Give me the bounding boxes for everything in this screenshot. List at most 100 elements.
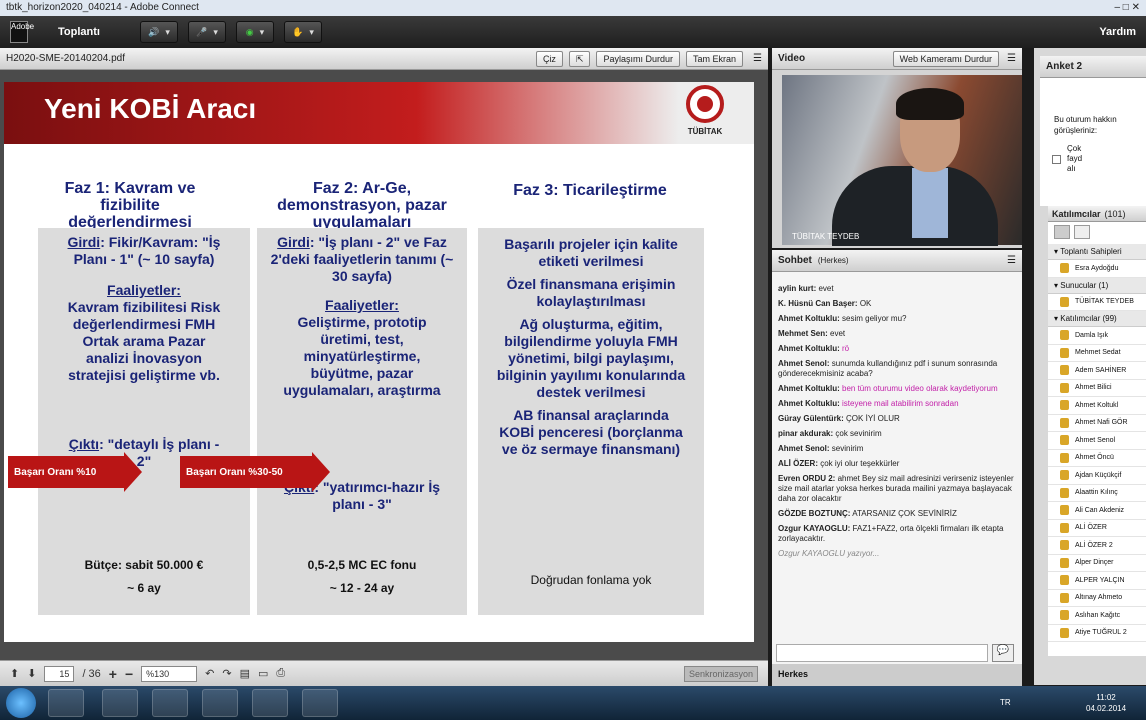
attendee-row[interactable]: Ahmet Senol (1048, 432, 1146, 450)
folder-icon[interactable] (102, 689, 138, 717)
attendee-row[interactable]: ALİ ÖZER (1048, 520, 1146, 537)
fullscreen-button[interactable]: Tam Ekran (686, 50, 744, 67)
attendee-row[interactable]: Ahmet Öncü (1048, 450, 1146, 467)
chat-message: pinar akdurak: çok sevinirim (778, 429, 1016, 439)
chat-author: Ahmet Koltuklu: (778, 384, 840, 393)
attendee-row[interactable]: Adem SAHİNER (1048, 362, 1146, 380)
attendee-row[interactable]: ALPER YALÇIN (1048, 572, 1146, 590)
chevron-down-icon: ▾ (165, 26, 170, 37)
attendee-row[interactable]: Ajdan Küçükçif (1048, 467, 1146, 485)
poll-option-checkbox[interactable] (1052, 154, 1061, 164)
chat-message: Ahmet Koltuklu: ben tüm oturumu video ol… (778, 384, 1016, 394)
faz2-title: Faz 2: Ar-Ge, demonstrasyon, pazar uygul… (277, 180, 447, 231)
speaker-button[interactable]: 🔊 ▾ (139, 21, 178, 43)
chat-input[interactable] (776, 644, 988, 662)
c2-fon: 0,5-2,5 MC EC fonu (307, 558, 417, 572)
zoom-out-icon[interactable]: − (125, 666, 133, 682)
attendee-row[interactable]: Ahmet Bilici (1048, 380, 1146, 397)
arrow-up-icon[interactable]: ⬆ (10, 667, 19, 680)
presenters-group[interactable]: ▾ Sunucular (1) (1048, 277, 1146, 294)
start-button-icon[interactable] (6, 688, 36, 718)
meeting-menu[interactable]: Toplantı (58, 26, 100, 38)
presenters-group-label: Sunucular (1) (1060, 280, 1109, 290)
arrow-down-icon[interactable]: ⬇ (27, 667, 36, 680)
presenter-shirt (912, 168, 948, 238)
print-icon[interactable]: ⎙ (276, 667, 285, 680)
chat-pod-header: Sohbet (Herkes) ☰ (772, 250, 1022, 272)
attendee-row[interactable]: TÜBİTAK TEYDEB (1048, 294, 1146, 311)
attendees-header: Katılımcılar (101) (1048, 206, 1146, 222)
redo-icon[interactable]: ↷ (222, 667, 231, 680)
zoom-in-icon[interactable]: + (109, 666, 117, 682)
page-number-input[interactable]: 15 (44, 665, 75, 682)
send-button[interactable]: 💬 (992, 644, 1014, 662)
pod-menu-icon[interactable]: ☰ (1007, 255, 1016, 266)
attendee-row[interactable]: Mehmet Sedat (1048, 345, 1146, 362)
c3-point-1: Başarılı projeler için kalite etiketi ve… (504, 236, 678, 269)
user-lock-icon (1060, 470, 1069, 481)
list-view-icon[interactable] (1054, 225, 1070, 239)
attendee-row[interactable]: Damla Işık (1048, 327, 1146, 345)
attendee-name: Ahmet Nafi GÖR (1075, 419, 1128, 427)
ie-icon[interactable] (48, 689, 84, 717)
pointer-button[interactable]: ⇱ (568, 50, 591, 67)
attendee-name: ALİ ÖZER (1075, 524, 1107, 532)
fit-width-icon[interactable]: ▭ (258, 667, 268, 680)
attendee-row[interactable]: Alper Dinçer (1048, 555, 1146, 572)
chat-message-list[interactable]: aylin kurt: evet K. Hüsnü Can Başer: OK Ah… (772, 284, 1022, 544)
participants-group[interactable]: ▾ Katılımcılar (99) (1048, 311, 1146, 327)
user-icon[interactable] (1074, 225, 1090, 239)
poll-header: Anket 2 (1040, 56, 1146, 78)
chat-message: ALİ ÖZER: çok iyi olur teşekkürler (778, 459, 1016, 469)
raise-hand-button[interactable]: ✋ ▾ (283, 21, 322, 43)
faz1-title: Faz 1: Kavram ve fizibilite değerlendirm… (64, 180, 196, 231)
attendee-row[interactable]: Altınay Ahmeto (1048, 590, 1146, 607)
attendee-row[interactable]: Ahmet Nafi GÖR (1048, 415, 1146, 432)
chat-message: Evren ORDU 2: ahmet Bey siz mail adresin… (778, 474, 1016, 504)
pod-menu-icon[interactable]: ☰ (1007, 53, 1016, 64)
c1-sure: ~ 6 ay (127, 581, 161, 595)
stop-webcam-button[interactable]: Web Kameramı Durdur (892, 50, 1000, 67)
media-player-icon[interactable] (152, 689, 188, 717)
attendee-row[interactable]: ALİ ÖZER 2 (1048, 537, 1146, 555)
fit-page-icon[interactable]: ▤ (240, 667, 250, 680)
chat-tab-everyone[interactable]: Herkes (772, 664, 1022, 686)
undo-icon[interactable]: ↶ (205, 667, 214, 680)
chrome-icon[interactable] (202, 689, 238, 717)
attendee-row[interactable]: Aslıhan Kağıtc (1048, 607, 1146, 625)
attendee-row[interactable]: Alaattin Kılınç (1048, 485, 1146, 502)
system-clock[interactable]: 11:02 04.02.2014 (1086, 692, 1126, 714)
sync-button[interactable]: Senkronizasyon (683, 665, 758, 682)
attendee-name: Mehmet Sedat (1075, 349, 1121, 357)
attendee-row[interactable]: Esra Aydoğdu (1048, 260, 1146, 278)
chat-text: sesim geliyor mu? (842, 314, 907, 323)
attendee-row[interactable]: Ali Can Akdeniz (1048, 502, 1146, 520)
clock-date: 04.02.2014 (1086, 704, 1127, 713)
attendee-name: Ajdan Küçükçif (1075, 471, 1122, 479)
participants-group-label: Katılımcılar (99) (1060, 314, 1117, 323)
network-app-icon[interactable] (252, 689, 288, 717)
microphone-button[interactable]: 🎤 ▾ (187, 21, 226, 43)
chat-author: Ozgur KAYAOGLU: (778, 524, 851, 533)
user-lock-icon (1060, 365, 1069, 376)
pod-menu-icon[interactable]: ☰ (753, 53, 762, 64)
stop-sharing-button[interactable]: Paylaşımı Durdur (596, 50, 681, 67)
adobe-connect-taskbar-icon[interactable] (302, 689, 338, 717)
draw-button[interactable]: Çiz (535, 50, 563, 67)
chat-text: çok sevinirim (835, 429, 882, 438)
chevron-down-icon: ▾ (309, 26, 314, 37)
window-controls[interactable]: – □ ✕ (1114, 2, 1140, 14)
hosts-group[interactable]: ▾ Toplantı Sahipleri (1048, 244, 1146, 260)
attendee-row[interactable]: Atiye TUĞRUL 2 (1048, 625, 1146, 642)
tubitak-logo-text: TÜBİTAK (687, 127, 723, 136)
language-indicator[interactable]: TR (1000, 698, 1011, 707)
zoom-select[interactable]: %130 (141, 665, 198, 682)
attendee-row[interactable]: Ahmet Koltukl (1048, 397, 1146, 415)
chat-author: Mehmet Sen: (778, 329, 828, 338)
webcam-button[interactable]: ◉ ▾ (235, 21, 274, 43)
user-lock-icon (1060, 263, 1069, 274)
tubitak-logo: TÜBİTAK (670, 84, 740, 144)
help-menu[interactable]: Yardım (1099, 26, 1136, 38)
clock-time: 11:02 (1096, 693, 1116, 702)
user-lock-icon (1060, 487, 1069, 498)
